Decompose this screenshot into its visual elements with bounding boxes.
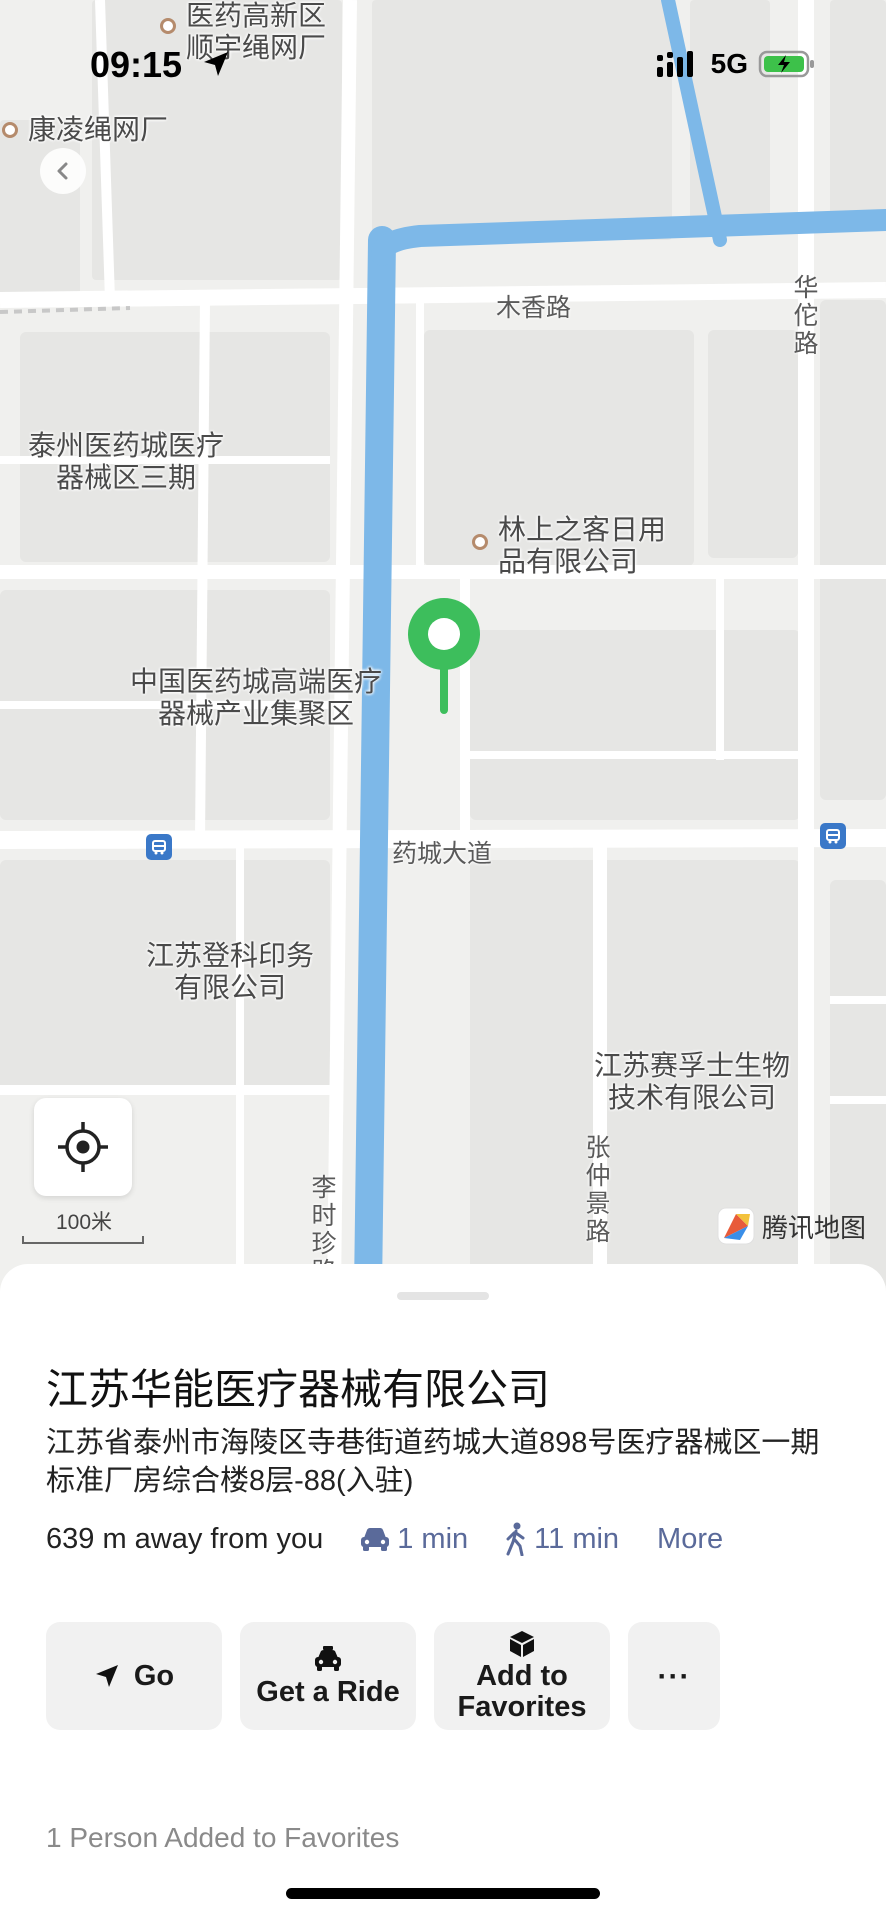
get-ride-button[interactable]: Get a Ride <box>240 1622 416 1730</box>
road-label-zhangzhongjing: 张仲景路 <box>585 1134 611 1246</box>
location-arrow-icon <box>204 52 228 76</box>
home-indicator[interactable] <box>286 1888 600 1899</box>
add-favorites-button[interactable]: Add to Favorites <box>434 1622 610 1730</box>
distance-text: 639 m away from you <box>46 1522 324 1555</box>
more-options-button[interactable]: ··· <box>628 1622 720 1730</box>
bus-stop-icon[interactable] <box>820 823 846 849</box>
place-address: 江苏省泰州市海陵区寺巷街道药城大道898号医疗器械区一期标准厂房综合楼8层-88… <box>46 1427 820 1497</box>
more-link[interactable]: More <box>657 1523 723 1556</box>
area-label-saifushi: 江苏赛孚士生物 技术有限公司 <box>594 1050 791 1113</box>
status-right: 5G <box>655 48 816 80</box>
poi-dot[interactable] <box>2 122 18 138</box>
area-label-zhongguo: 中国医药城高端医疗 器械产业集聚区 <box>130 666 383 729</box>
poi-dot[interactable] <box>472 534 488 550</box>
back-button[interactable] <box>40 148 86 194</box>
area-label-dengke: 江苏登科印务 有限公司 <box>146 940 315 1003</box>
taxi-icon <box>315 1645 341 1671</box>
signal-icon <box>656 51 693 77</box>
map-view[interactable]: 医药高新区 顺宇绳网厂 康凌绳网厂 林上之客日用 品有限公司 泰州医药城医疗 器… <box>0 0 886 1290</box>
chevron-left-icon <box>57 162 68 180</box>
map-brand: 腾讯地图 <box>716 1206 866 1246</box>
poi-label-kangling[interactable]: 康凌绳网厂 <box>28 114 168 146</box>
ellipsis-icon: ··· <box>657 1659 691 1693</box>
place-detail-sheet: 江苏华能医疗器械有限公司 江苏省泰州市海陵区寺巷街道药城大道898号医疗器械区一… <box>0 1264 886 1920</box>
battery-charging-icon <box>758 50 814 78</box>
sheet-grabber[interactable] <box>397 1292 489 1300</box>
bus-stop-icon[interactable] <box>146 834 172 860</box>
brand-label: 腾讯地图 <box>761 1212 866 1243</box>
status-time: 09:15 <box>90 44 183 85</box>
go-button[interactable]: Go <box>46 1622 222 1730</box>
tencent-map-logo-icon <box>717 1207 755 1245</box>
navigation-arrow-icon <box>95 1665 118 1687</box>
travel-info-row: 639 m away from you 1 min 11 min More <box>46 1522 723 1556</box>
favorites-count: 1 Person Added to Favorites <box>46 1822 400 1853</box>
area-label-taizhou: 泰州医药城医疗 器械区三期 <box>28 430 225 493</box>
map-scale: 100米 <box>22 1206 146 1246</box>
car-icon <box>361 1528 390 1551</box>
scale-line <box>22 1236 144 1244</box>
walk-time[interactable]: 11 min <box>504 1522 619 1556</box>
scale-label: 100米 <box>55 1211 113 1234</box>
road-label-yaocheng: 药城大道 <box>392 840 493 868</box>
road-label-muxiang: 木香路 <box>496 294 572 322</box>
cube-icon <box>510 1631 534 1657</box>
location-pin-icon[interactable] <box>404 596 484 716</box>
action-buttons: Go Get a Ride Add to Favorites ··· <box>46 1622 720 1730</box>
network-type: 5G <box>710 48 748 79</box>
poi-dot[interactable] <box>160 18 176 34</box>
walking-person-icon <box>506 1522 525 1556</box>
drive-time[interactable]: 1 min <box>359 1523 468 1556</box>
poi-label-linshang[interactable]: 林上之客日用 品有限公司 <box>498 514 666 578</box>
place-title: 江苏华能医疗器械有限公司 <box>46 1366 551 1413</box>
crosshair-icon <box>58 1122 108 1172</box>
locate-me-button[interactable] <box>34 1098 132 1196</box>
road-label-huatuo: 华佗路 <box>793 274 819 358</box>
